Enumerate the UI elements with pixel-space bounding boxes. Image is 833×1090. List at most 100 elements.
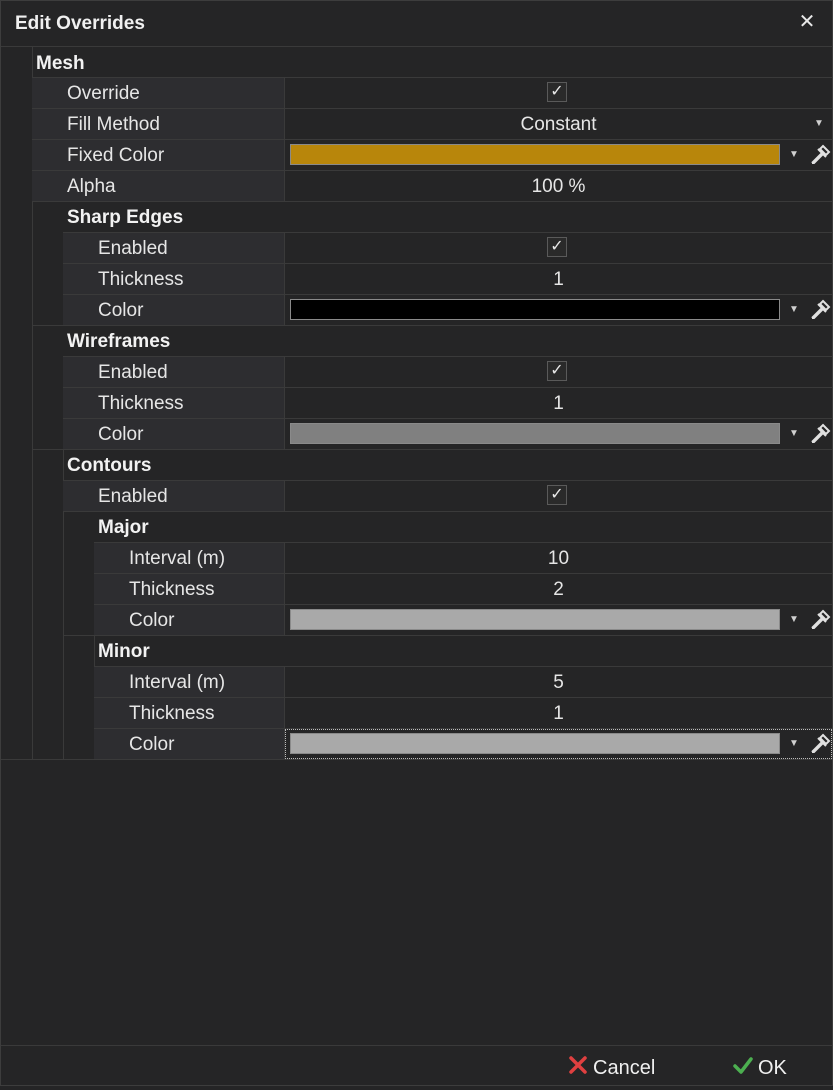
minor-interval-value[interactable]: 5 xyxy=(285,667,832,697)
eyedropper-icon[interactable] xyxy=(808,732,832,756)
override-checkbox[interactable]: ✓ xyxy=(547,82,567,102)
dialog-title: Edit Overrides xyxy=(15,13,145,34)
sharp-enabled-checkbox[interactable]: ✓ xyxy=(547,237,567,257)
indent-guide-2 xyxy=(32,357,64,759)
close-button[interactable]: ✕ xyxy=(796,11,818,33)
category-wireframes-row: Wireframes xyxy=(32,325,832,356)
fixed-color-label: Fixed Color xyxy=(32,140,285,170)
sharp-enabled-value[interactable]: ✓ xyxy=(285,233,832,263)
fill-method-dropdown[interactable]: Constant ▼ xyxy=(285,109,832,139)
category-mesh[interactable]: Mesh xyxy=(36,48,85,79)
row-sharp-enabled: Enabled ✓ xyxy=(63,232,832,263)
fill-method-label: Fill Method xyxy=(32,109,285,139)
major-color-swatch[interactable] xyxy=(290,609,780,630)
title-bar: Edit Overrides ✕ xyxy=(1,1,832,47)
row-override: Override ✓ xyxy=(32,77,832,108)
x-icon xyxy=(569,1056,587,1074)
property-grid: Mesh Override ✓ Fill Method Constant ▼ F… xyxy=(1,47,832,760)
chevron-down-icon[interactable]: ▼ xyxy=(787,419,801,449)
alpha-value[interactable]: 100 % xyxy=(285,171,832,201)
wire-thickness-value[interactable]: 1 xyxy=(285,388,832,418)
cancel-button[interactable]: Cancel xyxy=(567,1046,655,1086)
fill-method-value: Constant xyxy=(520,114,597,135)
row-major-color: Color ▼ xyxy=(94,604,832,635)
eyedropper-icon[interactable] xyxy=(808,422,832,446)
category-contours-row: Contours xyxy=(32,449,832,480)
row-minor-thickness: Thickness 1 xyxy=(94,697,832,728)
chevron-down-icon[interactable]: ▼ xyxy=(812,109,826,139)
sharp-color-swatch[interactable] xyxy=(290,299,780,320)
contours-enabled-label: Enabled xyxy=(63,481,285,511)
fixed-color-swatch[interactable] xyxy=(290,144,780,165)
row-sharp-thickness: Thickness 1 xyxy=(63,263,832,294)
category-sharp-edges-row: Sharp Edges xyxy=(32,201,832,232)
wire-enabled-checkbox[interactable]: ✓ xyxy=(547,361,567,381)
eyedropper-icon[interactable] xyxy=(808,298,832,322)
category-minor-row: Minor xyxy=(63,635,832,666)
major-interval-text: 10 xyxy=(547,548,570,569)
sharp-color-value[interactable]: ▼ xyxy=(285,295,832,325)
wire-thickness-text: 1 xyxy=(553,393,564,414)
checkmark-icon: ✓ xyxy=(550,486,564,503)
category-major[interactable]: Major xyxy=(98,512,149,543)
major-thickness-text: 2 xyxy=(553,579,564,600)
sharp-thickness-value[interactable]: 1 xyxy=(285,264,832,294)
wire-color-swatch[interactable] xyxy=(290,423,780,444)
minor-interval-text: 5 xyxy=(553,672,564,693)
dialog-footer: Cancel OK xyxy=(1,1045,832,1086)
row-fill-method: Fill Method Constant ▼ xyxy=(32,108,832,139)
alpha-text: 100 % xyxy=(531,176,586,197)
indent-guide-1 xyxy=(1,47,33,759)
override-label: Override xyxy=(32,78,285,108)
chevron-down-icon[interactable]: ▼ xyxy=(787,140,801,170)
checkmark-icon: ✓ xyxy=(550,83,564,100)
close-icon: ✕ xyxy=(798,11,816,33)
category-sharp-edges[interactable]: Sharp Edges xyxy=(67,202,183,233)
chevron-down-icon[interactable]: ▼ xyxy=(787,729,801,759)
minor-thickness-value[interactable]: 1 xyxy=(285,698,832,728)
eyedropper-icon[interactable] xyxy=(808,608,832,632)
edit-overrides-dialog: Edit Overrides ✕ Mesh Override ✓ Fill Me… xyxy=(0,0,833,1086)
row-wire-color: Color ▼ xyxy=(63,418,832,449)
fixed-color-value[interactable]: ▼ xyxy=(285,140,832,170)
sharp-color-label: Color xyxy=(63,295,285,325)
minor-color-value[interactable]: ▼ xyxy=(285,729,832,759)
chevron-down-icon[interactable]: ▼ xyxy=(787,295,801,325)
row-sharp-color: Color ▼ xyxy=(63,294,832,325)
minor-interval-label: Interval (m) xyxy=(94,667,285,697)
category-major-row: Major xyxy=(63,511,832,542)
minor-thickness-label: Thickness xyxy=(94,698,285,728)
major-color-value[interactable]: ▼ xyxy=(285,605,832,635)
indent-guide-4 xyxy=(63,667,95,759)
row-fixed-color: Fixed Color ▼ xyxy=(32,139,832,170)
contours-enabled-value[interactable]: ✓ xyxy=(285,481,832,511)
checkmark-icon: ✓ xyxy=(550,238,564,255)
row-contours-enabled: Enabled ✓ xyxy=(63,480,832,511)
sharp-enabled-label: Enabled xyxy=(63,233,285,263)
minor-color-swatch[interactable] xyxy=(290,733,780,754)
wire-enabled-value[interactable]: ✓ xyxy=(285,357,832,387)
row-minor-color: Color ▼ xyxy=(94,728,832,759)
ok-button[interactable]: OK xyxy=(732,1046,787,1086)
chevron-down-icon[interactable]: ▼ xyxy=(787,605,801,635)
row-wire-thickness: Thickness 1 xyxy=(63,387,832,418)
minor-thickness-text: 1 xyxy=(553,703,564,724)
override-value[interactable]: ✓ xyxy=(285,78,832,108)
row-major-interval: Interval (m) 10 xyxy=(94,542,832,573)
major-thickness-value[interactable]: 2 xyxy=(285,574,832,604)
sharp-thickness-text: 1 xyxy=(553,269,564,290)
contours-enabled-checkbox[interactable]: ✓ xyxy=(547,485,567,505)
row-minor-interval: Interval (m) 5 xyxy=(94,666,832,697)
alpha-label: Alpha xyxy=(32,171,285,201)
major-thickness-label: Thickness xyxy=(94,574,285,604)
wire-color-value[interactable]: ▼ xyxy=(285,419,832,449)
row-alpha: Alpha 100 % xyxy=(32,170,832,201)
cancel-label: Cancel xyxy=(593,1057,656,1079)
wire-enabled-label: Enabled xyxy=(63,357,285,387)
category-minor[interactable]: Minor xyxy=(98,636,150,667)
category-wireframes[interactable]: Wireframes xyxy=(67,326,170,357)
eyedropper-icon[interactable] xyxy=(808,143,832,167)
major-interval-value[interactable]: 10 xyxy=(285,543,832,573)
row-wire-enabled: Enabled ✓ xyxy=(63,356,832,387)
category-contours[interactable]: Contours xyxy=(67,450,151,481)
